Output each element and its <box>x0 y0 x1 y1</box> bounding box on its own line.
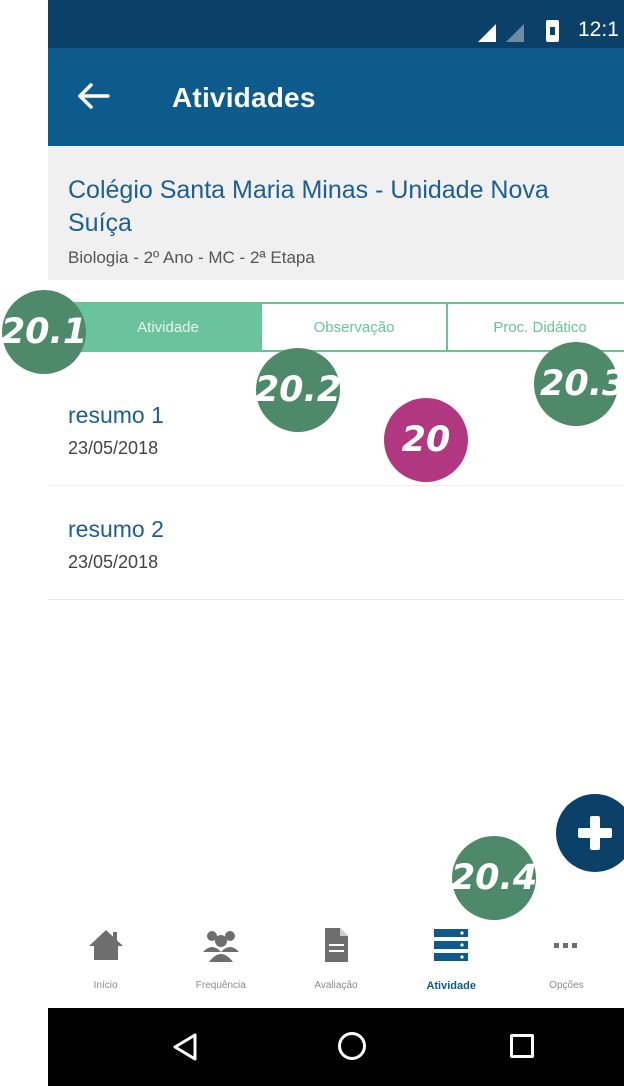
nav-label: Atividade <box>426 980 476 992</box>
status-bar: 12:1 <box>48 0 624 48</box>
annotation-badge: 20.3 <box>534 342 624 426</box>
bottom-navigation: Início Frequência Avaliação Atividade Op… <box>48 916 624 1008</box>
status-time: 12:1 <box>578 18 619 41</box>
document-icon <box>325 928 348 962</box>
course-info: Biologia - 2º Ano - MC - 2ª Etapa <box>68 248 315 267</box>
tab-observacao[interactable]: Observação <box>262 304 448 350</box>
nav-label: Início <box>93 980 118 991</box>
nav-item-avaliacao[interactable]: Avaliação <box>278 916 393 1008</box>
home-circle-icon[interactable] <box>338 1032 366 1060</box>
nav-label: Avaliação <box>314 980 358 991</box>
list-item[interactable]: resumo 2 23/05/2018 <box>48 486 624 600</box>
annotation-badge: 20.4 <box>451 836 537 920</box>
battery-icon <box>546 20 559 42</box>
list-icon <box>434 929 469 961</box>
nav-label: Opções <box>549 980 584 991</box>
add-activity-button[interactable] <box>556 794 624 872</box>
people-icon <box>202 931 239 962</box>
nav-label: Frequência <box>195 980 246 991</box>
activity-title: resumo 2 <box>68 516 164 542</box>
arrow-left-icon[interactable] <box>74 76 114 116</box>
annotation-badge: 20.2 <box>255 348 341 432</box>
recent-apps-icon[interactable] <box>510 1034 534 1058</box>
tabs-container: Atividade Observação Proc. Didático <box>48 280 624 356</box>
system-navigation-bar <box>48 1008 624 1086</box>
page-title: Atividades <box>172 82 316 113</box>
segmented-tabs: Atividade Observação Proc. Didático <box>74 302 624 352</box>
annotation-badge: 20.1 <box>1 290 87 374</box>
school-name: Colégio Santa Maria Minas - Unidade Nova… <box>68 176 549 237</box>
device-bezel <box>0 0 48 1086</box>
home-icon <box>88 930 123 960</box>
app-bar: Atividades <box>48 48 624 146</box>
activity-title: resumo 1 <box>68 402 164 428</box>
activity-date: 23/05/2018 <box>68 438 159 458</box>
wifi-icon <box>506 24 524 42</box>
nav-item-inicio[interactable]: Início <box>48 916 163 1008</box>
class-header: Colégio Santa Maria Minas - Unidade Nova… <box>48 146 624 280</box>
phone-screen: 12:1 Atividades Colégio Santa Maria Mina… <box>48 0 624 1086</box>
activity-date: 23/05/2018 <box>68 552 159 572</box>
more-icon <box>554 943 578 948</box>
nav-item-atividade[interactable]: Atividade <box>394 916 509 1008</box>
tab-atividade[interactable]: Atividade <box>76 304 262 350</box>
annotation-badge: 20 <box>384 398 468 482</box>
nav-item-frequencia[interactable]: Frequência <box>163 916 278 1008</box>
nav-item-opcoes[interactable]: Opções <box>509 916 624 1008</box>
signal-icon <box>478 24 496 42</box>
back-triangle-icon[interactable] <box>172 1032 198 1062</box>
tab-proc-didatico[interactable]: Proc. Didático <box>448 304 624 350</box>
